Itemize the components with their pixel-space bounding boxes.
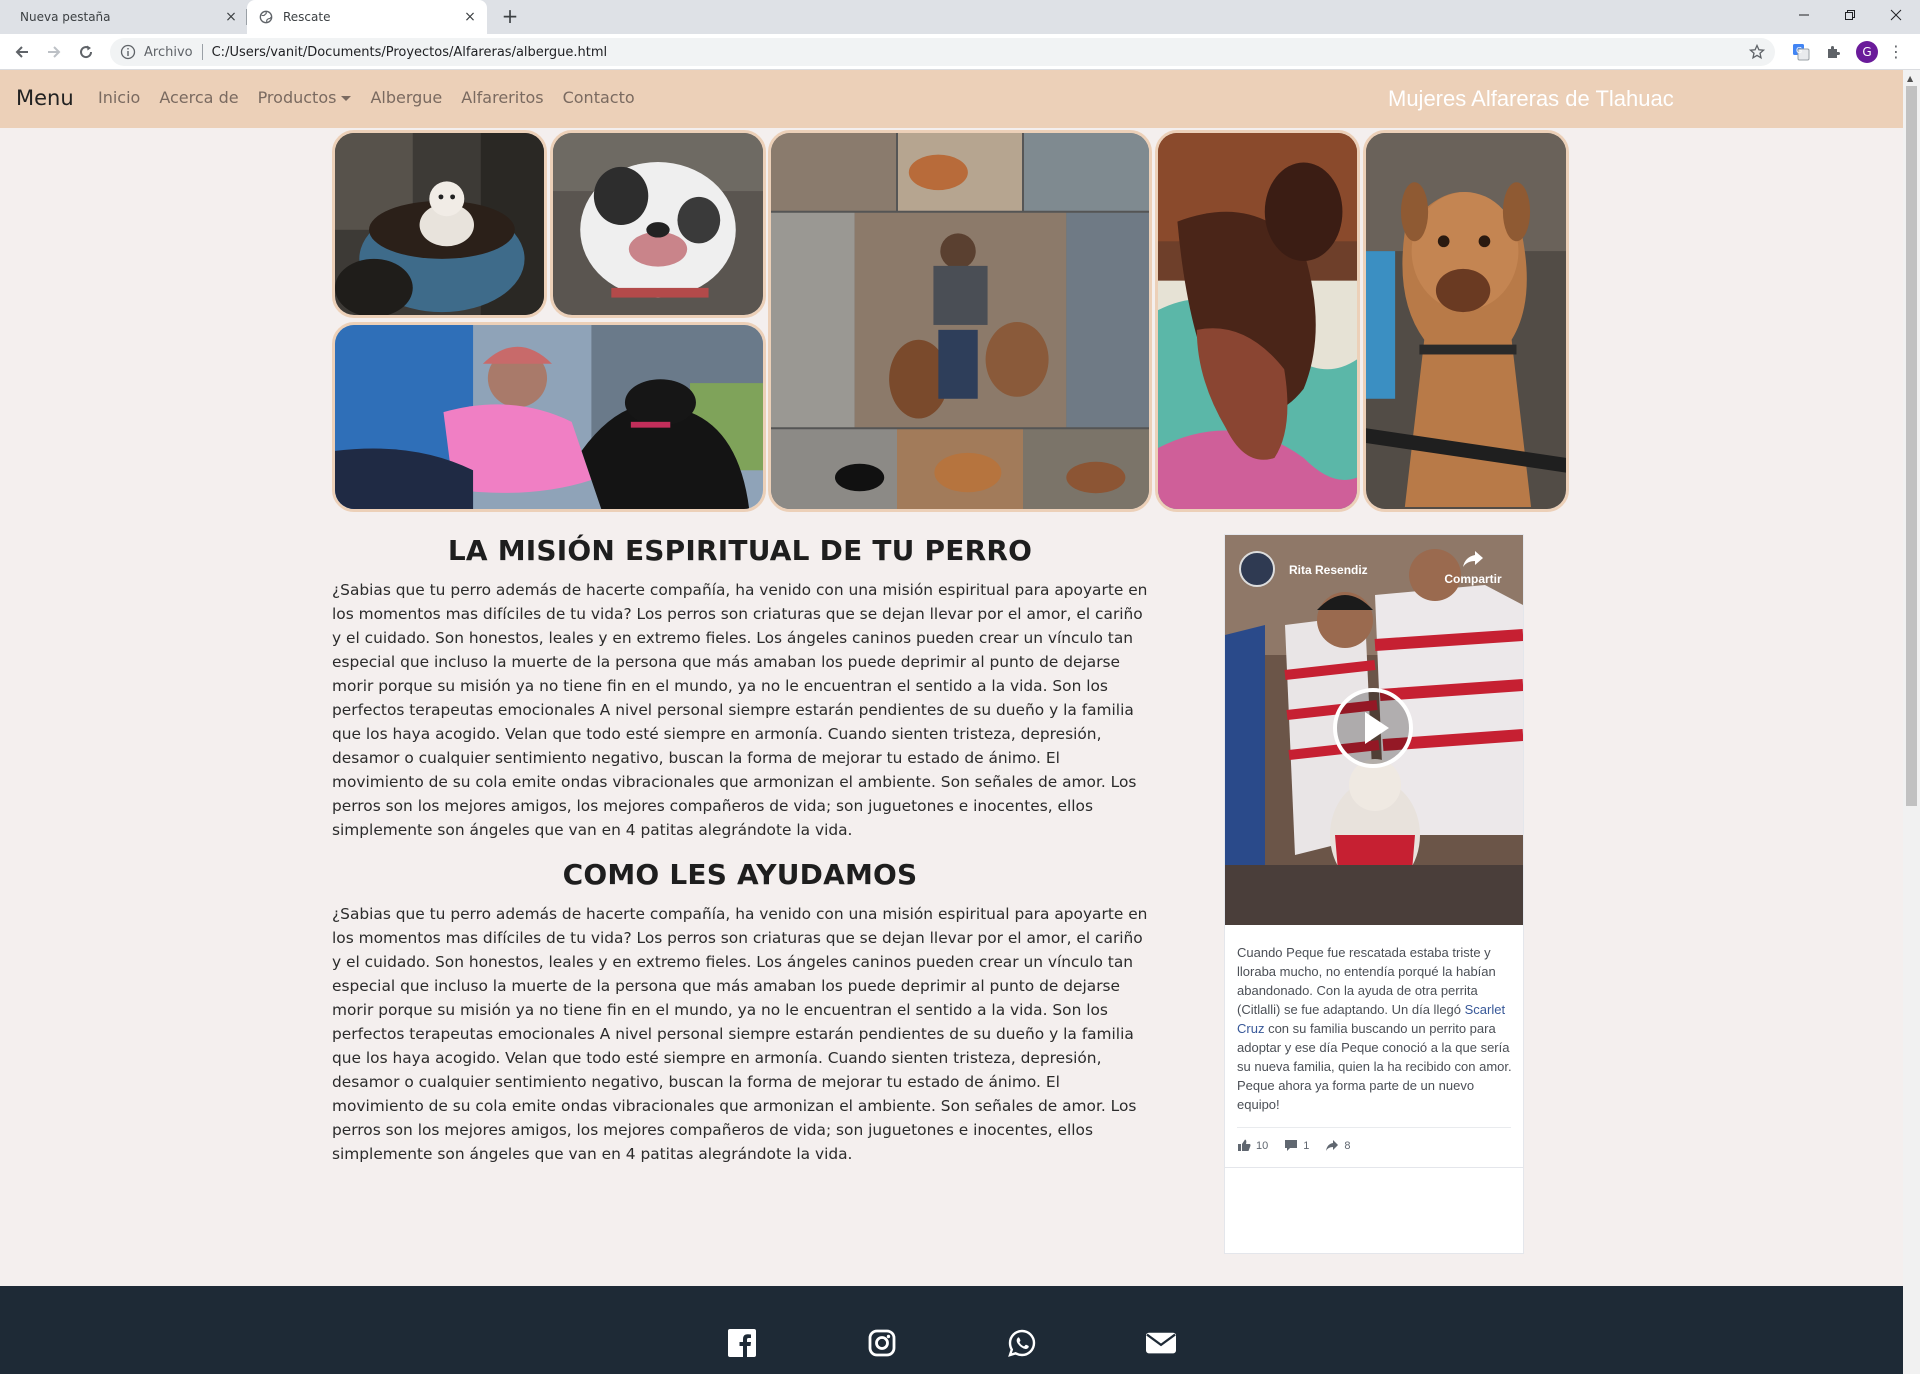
fb-author-avatar[interactable]: [1239, 551, 1275, 587]
comment-icon: [1285, 1140, 1298, 1151]
fb-likes-count: 10: [1256, 1139, 1269, 1152]
profile-avatar[interactable]: G: [1856, 41, 1878, 63]
share-icon: [1326, 1140, 1339, 1151]
facebook-icon[interactable]: [727, 1328, 757, 1358]
email-icon[interactable]: [1146, 1328, 1176, 1358]
back-button[interactable]: [10, 40, 34, 64]
forward-button[interactable]: [42, 40, 66, 64]
section-text-ayudamos: ¿Sabias que tu perro además de hacerte c…: [332, 905, 1148, 1163]
gallery-photo-boxer: [1363, 130, 1569, 512]
minimize-button[interactable]: [1781, 0, 1827, 30]
section-title-mision: LA MISIÓN ESPIRITUAL DE TU PERRO: [447, 534, 1033, 567]
section-title-ayudamos: COMO LES AYUDAMOS: [562, 858, 918, 891]
instagram-icon[interactable]: [867, 1328, 897, 1358]
section-text-mision: ¿Sabias que tu perro además de hacerte c…: [332, 581, 1148, 839]
fb-post-text-part-1: Cuando Peque fue rescatada estaba triste…: [1237, 945, 1496, 1017]
nav-link-inicio[interactable]: Inicio: [98, 88, 140, 107]
fb-divider: [1237, 1127, 1511, 1128]
gallery-photo-bulldog: [550, 130, 766, 318]
restore-button[interactable]: [1827, 0, 1873, 30]
site-title: Mujeres Alfareras de Tlahuac: [1388, 86, 1674, 111]
whatsapp-icon[interactable]: [1007, 1328, 1037, 1358]
url-text[interactable]: C:/Users/vanit/Documents/Proyectos/Alfar…: [212, 45, 608, 60]
svg-text:G: G: [1796, 46, 1802, 55]
nav-link-alfareritos[interactable]: Alfareritos: [461, 88, 543, 107]
browser-menu-icon[interactable]: ⋮: [1888, 41, 1904, 63]
photo-gallery: [0, 128, 1903, 513]
scrollbar-thumb[interactable]: [1906, 86, 1917, 806]
fb-post-text-part-2: con su familia buscando un perrito para …: [1237, 1021, 1512, 1112]
fb-share-label: Compartir: [1444, 572, 1502, 586]
thumbs-up-icon: [1238, 1139, 1251, 1151]
fb-shares-count: 8: [1344, 1139, 1351, 1152]
navbar-brand[interactable]: Menu: [16, 86, 74, 110]
close-window-button[interactable]: [1873, 0, 1919, 30]
caret-down-icon: [341, 96, 352, 101]
site-footer: [0, 1286, 1903, 1374]
fb-shares[interactable]: 8: [1325, 1139, 1351, 1152]
nav-link-acerca-de[interactable]: Acerca de: [159, 88, 238, 107]
scroll-up-arrow-icon[interactable]: ▲: [1907, 74, 1913, 83]
gallery-photo-woman-dog: [332, 322, 766, 512]
url-scheme: Archivo: [144, 44, 193, 60]
url-divider: [201, 44, 203, 60]
fb-bottom-divider: [1225, 1167, 1523, 1168]
share-arrow-icon: [1463, 551, 1483, 567]
tab-rescate[interactable]: Rescate ×: [247, 0, 487, 34]
reload-icon: [80, 45, 93, 59]
fb-likes[interactable]: 10: [1237, 1139, 1268, 1152]
gallery-photo-dog-blanket: [1155, 130, 1360, 512]
close-icon: [1890, 9, 1902, 21]
play-icon: [1365, 712, 1389, 744]
nav-link-albergue[interactable]: Albergue: [370, 88, 442, 107]
translate-extension-icon[interactable]: G: [1792, 43, 1810, 61]
nav-link-contacto[interactable]: Contacto: [563, 88, 635, 107]
site-navbar: Menu Inicio Acerca de Productos Albergue…: [0, 70, 1903, 128]
nav-dropdown-productos[interactable]: Productos: [258, 88, 352, 107]
nav-links: Inicio Acerca de Productos Albergue Alfa…: [98, 88, 654, 107]
minimize-icon: [1799, 14, 1809, 16]
gallery-photo-collage: [768, 130, 1152, 512]
address-bar[interactable]: Archivo C:/Users/vanit/Documents/Proyect…: [110, 38, 1775, 66]
nav-link-productos-label: Productos: [257, 88, 337, 107]
arrow-left-icon: [15, 46, 28, 58]
fb-stats-row: 10 1 8: [1237, 1139, 1367, 1152]
tab-nueva-pestana[interactable]: Nueva pestaña ×: [8, 0, 248, 34]
reload-button[interactable]: [74, 40, 98, 64]
fb-share-button[interactable]: Compartir: [1443, 549, 1503, 586]
fb-video-player[interactable]: Rita Resendiz Compartir: [1225, 535, 1523, 925]
fb-comments[interactable]: 1: [1284, 1139, 1309, 1152]
browser-toolbar: Archivo C:/Users/vanit/Documents/Proyect…: [0, 34, 1920, 70]
close-tab-icon[interactable]: ×: [224, 10, 238, 24]
fb-comments-count: 1: [1303, 1139, 1310, 1152]
restore-icon: [1845, 10, 1855, 20]
fb-post-text: Cuando Peque fue rescatada estaba triste…: [1237, 943, 1513, 1114]
bookmark-star-icon[interactable]: [1749, 44, 1765, 60]
info-icon[interactable]: [120, 44, 136, 60]
new-tab-button[interactable]: +: [498, 5, 522, 29]
arrow-right-icon: [48, 46, 61, 58]
close-tab-icon[interactable]: ×: [463, 10, 477, 24]
tab-title: Rescate: [283, 10, 331, 24]
gallery-photo-dog-in-pot: [332, 130, 547, 318]
extensions-puzzle-icon[interactable]: [1824, 43, 1842, 61]
fb-author-name[interactable]: Rita Resendiz: [1289, 563, 1368, 577]
tab-title: Nueva pestaña: [20, 10, 111, 24]
page-scrollbar[interactable]: ▲: [1903, 70, 1920, 1374]
play-button[interactable]: [1333, 688, 1413, 768]
facebook-embed-post: Rita Resendiz Compartir Cuando Peque fue…: [1224, 534, 1524, 1254]
browser-tabstrip: Nueva pestaña × Rescate × +: [0, 0, 1920, 34]
globe-icon: [259, 10, 273, 24]
